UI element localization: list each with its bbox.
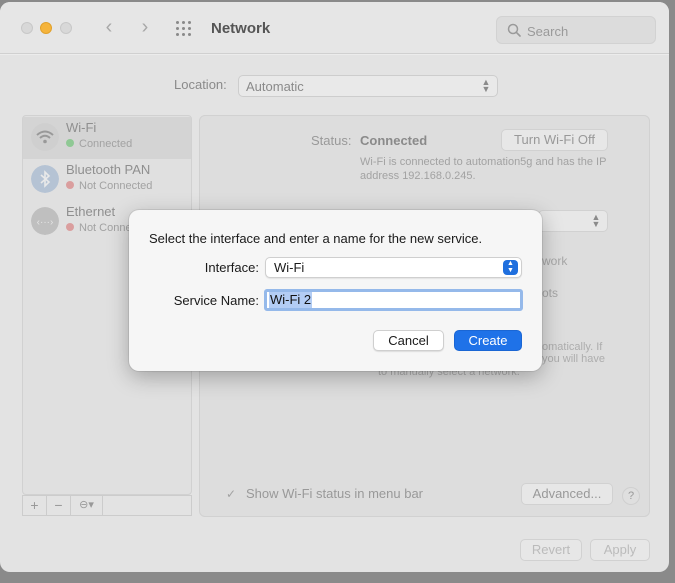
cancel-button[interactable]: Cancel xyxy=(373,330,444,351)
service-name-label: Service Name: xyxy=(173,293,259,308)
show-all-grid-icon[interactable] xyxy=(176,21,196,37)
interface-select[interactable]: Wi-Fi ▲ ▼ xyxy=(265,257,522,278)
chevron-up-down-icon: ▲ ▼ xyxy=(503,260,518,275)
title-bar: ‹ › Network Search xyxy=(0,2,669,54)
search-field[interactable]: Search xyxy=(496,16,656,44)
search-placeholder: Search xyxy=(527,24,569,39)
create-button[interactable]: Create xyxy=(454,330,522,351)
new-service-sheet: Select the interface and enter a name fo… xyxy=(129,210,542,371)
zoom-window-button[interactable] xyxy=(60,22,72,34)
search-icon xyxy=(507,23,521,37)
interface-label: Interface: xyxy=(204,260,259,275)
close-window-button[interactable] xyxy=(21,22,33,34)
window-title: Network xyxy=(211,20,271,37)
sheet-prompt: Select the interface and enter a name fo… xyxy=(149,231,483,246)
minimize-window-button[interactable] xyxy=(40,22,52,34)
forward-chevron-icon[interactable]: › xyxy=(133,16,157,40)
interface-value: Wi-Fi xyxy=(274,260,305,275)
back-chevron-icon[interactable]: ‹ xyxy=(97,16,121,40)
service-name-value: Wi-Fi 2 xyxy=(269,292,313,308)
